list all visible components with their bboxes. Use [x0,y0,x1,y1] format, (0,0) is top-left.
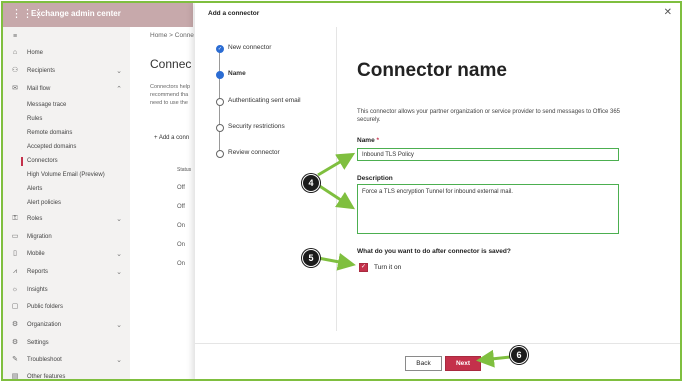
nav-item-public-folders[interactable]: ▢ Public folders [3,300,130,314]
breadcrumb-separator: > [169,32,173,39]
page-title: Connec [150,57,192,71]
nav-item-migration[interactable]: ▭ Migration [3,230,130,244]
screenshot-frame: ⋮⋮⋮ Exchange admin center ≡ ⌂ Home ⚇ Recip… [1,1,682,381]
hamburger-icon[interactable]: ≡ [11,33,19,41]
nav-item-other-features[interactable]: ▤ Other features [3,370,130,380]
person-icon: ⚇ [11,67,19,74]
turn-it-on-label[interactable]: Turn it on [374,264,401,271]
reports-icon: ⩘ [13,268,17,275]
step-new-connector[interactable]: ✓ New connector [213,43,343,57]
waffle-icon[interactable]: ⋮⋮⋮ [11,9,44,20]
chevron-up-icon: ⌃ [116,86,122,93]
panel-content: Connector name This connector allows you… [357,3,657,343]
annotation-marker-4: 4 [302,174,320,192]
mobile-icon: ▯ [13,250,17,257]
step-review-connector[interactable]: Review connector [213,148,343,162]
footer-divider [195,343,680,344]
nav-item-remote-domains[interactable]: Remote domains [3,126,130,140]
chevron-down-icon: ⌄ [116,251,122,258]
add-connector-button[interactable]: + Add a conn [154,135,189,141]
description-textarea[interactable]: Force a TLS encryption Tunnel for inboun… [357,184,619,234]
check-icon: ✓ [216,45,224,53]
troubleshoot-icon: ✎ [12,356,18,363]
home-icon: ⌂ [12,49,18,56]
features-icon: ▤ [11,373,19,380]
left-nav: ≡ ⌂ Home ⚇ Recipients ⌄ ✉ Mail flow ⌃ Message… [3,27,130,380]
nav-item-alert-policies[interactable]: Alert policies [3,196,130,210]
chevron-down-icon: ⌄ [116,322,122,329]
page-description: Connectors help recommend tha need to us… [150,84,191,106]
add-connector-panel: Add a connector ✕ ✓ New connector Name Au… [195,3,680,379]
app-title: Exchange admin center [31,9,121,18]
status-cell: Off [177,185,185,191]
step-circle-icon [216,150,224,158]
chevron-down-icon: ⌄ [116,269,122,276]
nav-item-rules[interactable]: Rules [3,112,130,126]
description-label: Description [357,175,393,182]
nav-collapse[interactable]: ≡ [3,30,130,44]
name-label: Name * [357,137,380,144]
gear-icon: ⚙ [11,339,19,346]
connector-name-heading: Connector name [357,60,507,81]
after-save-question: What do you want to do after connector i… [357,248,511,255]
organization-icon: ⚙ [11,321,19,328]
annotation-marker-5: 5 [302,249,320,267]
nav-item-connectors[interactable]: Connectors [3,154,130,168]
insights-icon: ☼ [11,286,19,293]
step-circle-icon [216,98,224,106]
name-input[interactable]: Inbound TLS Policy [357,148,619,161]
nav-item-reports[interactable]: ⩘ Reports ⌄ [3,265,130,279]
breadcrumb: Home > Conne [150,32,194,39]
status-cell: On [177,223,186,229]
annotation-marker-6: 6 [510,346,528,364]
migration-icon: ▭ [11,233,19,240]
step-name[interactable]: Name [213,69,343,83]
next-button[interactable]: Next [445,356,481,371]
roles-icon: ⚿ [12,215,18,222]
close-icon[interactable]: ✕ [664,7,672,18]
nav-item-troubleshoot[interactable]: ✎ Troubleshoot ⌄ [3,353,130,367]
nav-item-insights[interactable]: ☼ Insights [3,283,130,297]
panel-title: Add a connector [208,10,260,17]
nav-item-recipients[interactable]: ⚇ Recipients ⌄ [3,64,130,78]
nav-item-organization[interactable]: ⚙ Organization ⌄ [3,318,130,332]
nav-item-home[interactable]: ⌂ Home [3,46,130,60]
step-security-restrictions[interactable]: Security restrictions [213,122,343,136]
mail-icon: ✉ [12,85,18,92]
nav-item-roles[interactable]: ⚿ Roles ⌄ [3,212,130,226]
status-cell: On [177,242,186,248]
nav-item-accepted-domains[interactable]: Accepted domains [3,140,130,154]
nav-item-high-volume-email[interactable]: High Volume Email (Preview) [3,168,130,182]
nav-item-mail-flow[interactable]: ✉ Mail flow ⌃ [3,82,130,96]
status-cell: On [177,261,186,267]
nav-item-alerts[interactable]: Alerts [3,182,130,196]
panel-divider [336,27,337,331]
chevron-down-icon: ⌄ [116,216,122,223]
nav-item-message-trace[interactable]: Message trace [3,98,130,112]
folder-icon: ▢ [11,303,19,310]
connector-intro-text: This connector allows your partner organ… [357,109,621,123]
breadcrumb-current: Conne [174,32,194,39]
active-indicator [21,157,23,166]
required-mark: * [376,137,380,144]
current-step-icon [216,71,224,79]
chevron-down-icon: ⌄ [116,68,122,75]
turn-it-on-checkbox[interactable]: ✓ [359,263,368,272]
background-page: Home > Conne Connec Connectors help reco… [130,27,200,379]
app-header: ⋮⋮⋮ Exchange admin center [3,3,193,27]
step-circle-icon [216,124,224,132]
breadcrumb-home[interactable]: Home [150,32,167,39]
nav-item-mobile[interactable]: ▯ Mobile ⌄ [3,247,130,261]
status-cell: Off [177,204,185,210]
chevron-down-icon: ⌄ [116,357,122,364]
step-authenticating-sent-email[interactable]: Authenticating sent email [213,96,343,110]
nav-item-settings[interactable]: ⚙ Settings [3,336,130,350]
status-column-header: Status [177,167,192,173]
back-button[interactable]: Back [405,356,442,371]
